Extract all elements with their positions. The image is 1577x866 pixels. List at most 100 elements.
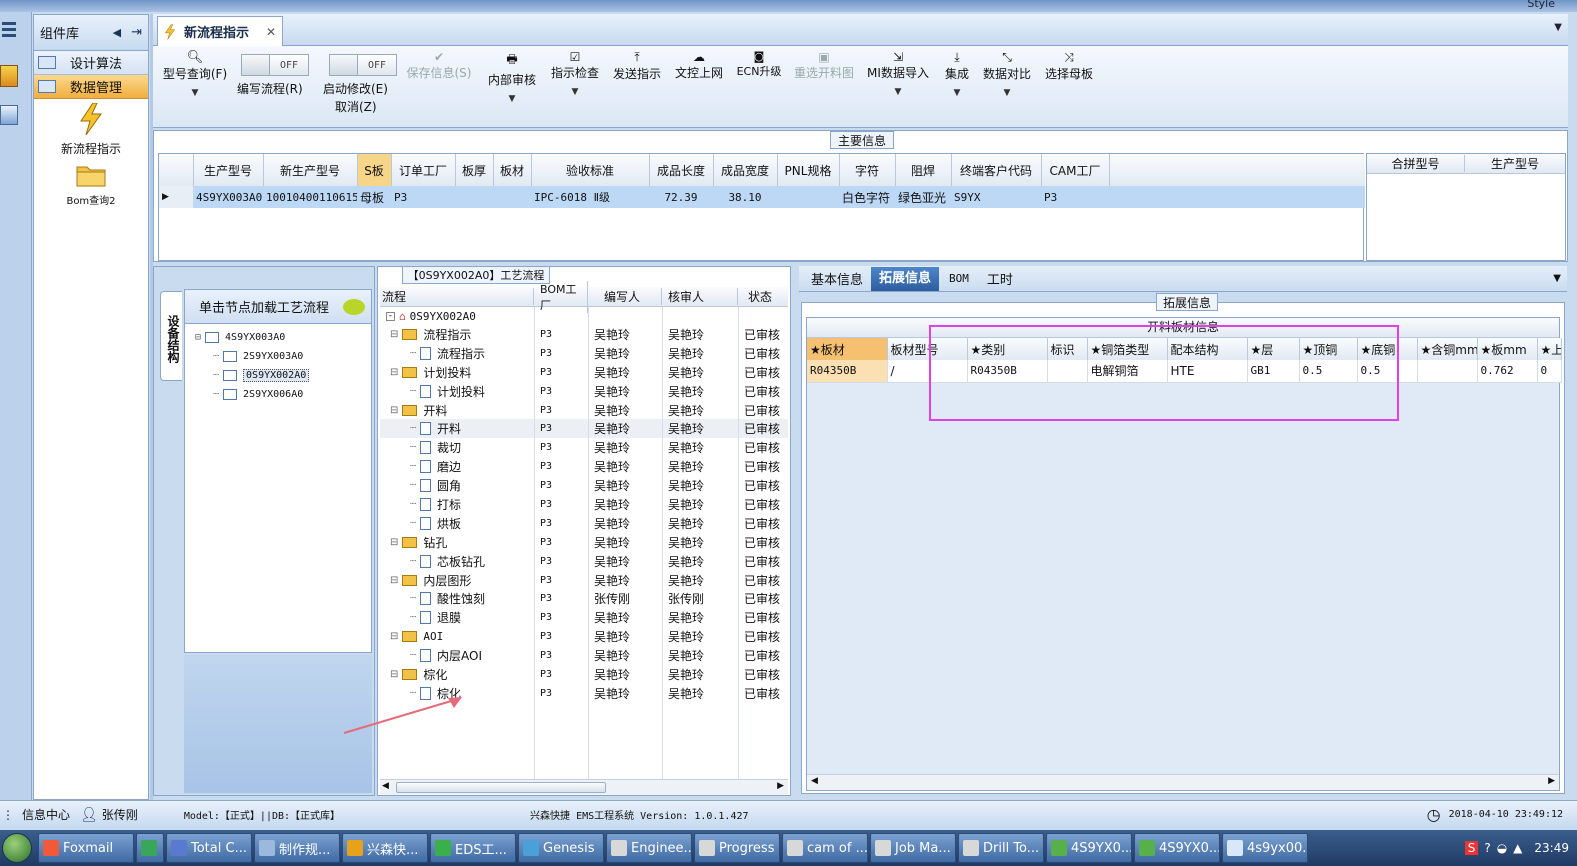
collapse-icon[interactable]: ⊟ xyxy=(390,537,398,548)
module-new-flow[interactable]: 新流程指示 xyxy=(34,102,148,157)
collapse-icon[interactable]: ⊟ xyxy=(390,367,398,378)
cell[interactable]: 38.10 xyxy=(713,186,777,208)
process-row[interactable]: ┈ 磨边 P3 吴艳玲 吴艳玲 已审核 xyxy=(380,457,788,476)
col-header[interactable]: 合拼型号 xyxy=(1367,155,1465,172)
search-model-button[interactable]: 🔍︎ 型号查询(F) ▼ xyxy=(157,46,233,98)
collapse-icon[interactable]: ⊟ xyxy=(390,575,398,586)
col-header[interactable]: 成品宽度 xyxy=(713,154,778,186)
save-info-button[interactable]: ✔ 保存信息(S) xyxy=(403,46,475,81)
tab-basic-info[interactable]: 基本信息 xyxy=(803,269,871,288)
col-header[interactable]: 生产型号 xyxy=(1465,155,1565,172)
col-header[interactable]: 字符 xyxy=(839,154,896,186)
cell[interactable]: R04350B xyxy=(807,360,888,383)
integrate-button[interactable]: ⤓ 集成 ▼ xyxy=(939,46,975,98)
process-row[interactable]: ⊟ AOI P3 吴艳玲 吴艳玲 已审核 xyxy=(380,627,788,646)
cell[interactable] xyxy=(1417,360,1478,383)
process-row[interactable]: ┈ 酸性蚀刻 P3 张传刚 张传刚 已审核 xyxy=(380,589,788,608)
nav-item-data[interactable]: 数据管理 xyxy=(34,75,148,99)
toggle-switch[interactable]: OFF xyxy=(329,54,397,76)
data-compare-button[interactable]: ⤡ 数据对比 ▼ xyxy=(979,46,1035,98)
process-row[interactable]: ⊟ 内层图形 P3 吴艳玲 吴艳玲 已审核 xyxy=(380,571,788,590)
select-motherboard-button[interactable]: ⤨ 选择母板 xyxy=(1041,46,1097,82)
collapse-icon[interactable]: ⊟ xyxy=(390,669,398,680)
edit-flow-toggle[interactable]: OFF 编写流程(R) xyxy=(237,54,309,97)
col-header[interactable]: PNL规格 xyxy=(777,154,840,186)
close-icon[interactable]: ✕ xyxy=(266,25,276,39)
col-header[interactable]: 成品长度 xyxy=(649,154,714,186)
collapse-icon[interactable]: ⊟ xyxy=(390,329,398,340)
process-row[interactable]: ⊟ 计划投料 P3 吴艳玲 吴艳玲 已审核 xyxy=(380,363,788,382)
collapse-icon[interactable]: ⊟ xyxy=(390,631,398,642)
start-modify-toggle[interactable]: OFF 启动修改(E) 取消(Z) xyxy=(323,54,397,115)
doc-control-button[interactable]: ☁ 文控上网 xyxy=(671,46,727,81)
taskbar-item[interactable]: Enginee... xyxy=(606,833,692,863)
module-bom-query[interactable]: Bom查询2 xyxy=(34,163,148,207)
process-row[interactable]: ⊟ 开料 P3 吴艳玲 吴艳玲 已审核 xyxy=(380,401,788,420)
start-button[interactable] xyxy=(2,833,32,863)
vertical-tab[interactable]: 设备结构 xyxy=(160,291,182,381)
process-row[interactable]: ⊟ 棕化 P3 吴艳玲 吴艳玲 已审核 xyxy=(380,665,788,684)
info-center-icon[interactable]: ⋮ xyxy=(2,808,14,822)
network-icon[interactable]: ◒ xyxy=(1497,841,1507,855)
style-menu[interactable]: Style xyxy=(1527,0,1555,10)
process-row[interactable]: ┈ 打标 P3 吴艳玲 吴艳玲 已审核 xyxy=(380,495,788,514)
tab-dropdown-icon[interactable]: ▼ xyxy=(1554,22,1562,33)
col-header[interactable]: S板 xyxy=(357,154,392,186)
col-header[interactable]: 验收标准 xyxy=(531,154,650,186)
taskbar-item[interactable]: cam of ... xyxy=(782,833,868,863)
cell[interactable] xyxy=(493,186,531,208)
taskbar-item[interactable]: Progress xyxy=(694,833,780,863)
cell[interactable] xyxy=(455,186,493,208)
horizontal-scrollbar[interactable]: ◀ ▶ xyxy=(380,779,788,795)
taskbar-item[interactable]: Drill To... xyxy=(958,833,1044,863)
col-header[interactable]: 核审人 xyxy=(662,288,738,305)
scroll-thumb[interactable] xyxy=(396,782,606,793)
help-icon[interactable]: ? xyxy=(1484,841,1490,855)
taskbar-item[interactable]: Total C... xyxy=(166,833,252,863)
table-row[interactable]: ▶ 4S9YX003A0 10010400110615 母板 P3 IPC-60… xyxy=(159,186,1365,208)
chevron-down-icon[interactable]: ▼ xyxy=(1553,273,1561,284)
cell[interactable]: 0.762 xyxy=(1477,360,1538,383)
cell[interactable]: 绿色亚光 xyxy=(895,186,951,208)
cell[interactable]: P3 xyxy=(1041,186,1109,208)
col-header[interactable]: 终端客户代码 xyxy=(951,154,1042,186)
app-shortcut-icon[interactable] xyxy=(0,105,18,125)
pin-icon[interactable]: ⇥ xyxy=(131,25,142,40)
taskbar-item[interactable]: 4S9YX0... xyxy=(1134,833,1220,863)
instruction-check-button[interactable]: ☑ 指示检查 ▼ xyxy=(547,46,603,97)
col-header[interactable]: 流程 xyxy=(380,288,534,305)
horizontal-scrollbar[interactable]: ◀ ▶ xyxy=(807,774,1559,790)
tab-new-flow[interactable]: 新流程指示 ✕ xyxy=(157,16,283,46)
col-header[interactable]: BOM工厂 xyxy=(534,280,588,313)
taskbar-item[interactable]: Foxmail xyxy=(38,833,134,863)
taskbar-item[interactable]: Genesis xyxy=(518,833,604,863)
menu-icon[interactable] xyxy=(2,22,16,37)
tree-node[interactable]: ┈ 0S9YX002A0 xyxy=(185,366,371,385)
tab-extended-info[interactable]: 拓展信息 xyxy=(871,266,940,291)
process-row[interactable]: ┈ 退膜 P3 吴艳玲 吴艳玲 已审核 xyxy=(380,608,788,627)
taskbar-item[interactable]: 兴森快... xyxy=(342,833,428,863)
cell[interactable]: 白色字符 xyxy=(839,186,895,208)
col-header[interactable]: ★板材 xyxy=(807,338,888,360)
cell[interactable]: 72.39 xyxy=(649,186,713,208)
send-instruction-button[interactable]: ⤒ 发送指示 xyxy=(609,46,665,82)
taskbar-item[interactable]: EDS工... xyxy=(430,833,516,863)
col-header[interactable]: CAM工厂 xyxy=(1041,154,1110,186)
process-row[interactable]: ┈ 计划投料 P3 吴艳玲 吴艳玲 已审核 xyxy=(380,382,788,401)
app-shortcut-icon[interactable] xyxy=(0,65,18,87)
taskbar-item[interactable]: 4s9yx00... xyxy=(1222,833,1308,863)
process-row[interactable]: ┈ 圆角 P3 吴艳玲 吴艳玲 已审核 xyxy=(380,476,788,495)
process-row[interactable]: ┈ 内层AOI P3 吴艳玲 吴艳玲 已审核 xyxy=(380,646,788,665)
nav-item-design[interactable]: 设计算法 xyxy=(34,51,148,75)
process-row[interactable]: ┈ 芯板钻孔 P3 吴艳玲 吴艳玲 已审核 xyxy=(380,552,788,571)
cell[interactable]: 母板 xyxy=(357,186,391,208)
collapse-icon[interactable]: ⊟ xyxy=(390,405,398,416)
ime-icon[interactable]: S xyxy=(1464,841,1479,855)
cell[interactable]: S9YX xyxy=(951,186,1041,208)
col-header[interactable]: ★上 xyxy=(1537,338,1562,360)
cell[interactable]: 4S9YX003A0 xyxy=(193,186,263,208)
col-header[interactable]: 板厚 xyxy=(455,154,494,186)
reselect-image-button[interactable]: ▣ 重选开料图 xyxy=(791,46,857,81)
info-center-label[interactable]: 信息中心 xyxy=(22,806,70,823)
col-header[interactable]: 阻焊 xyxy=(895,154,952,186)
